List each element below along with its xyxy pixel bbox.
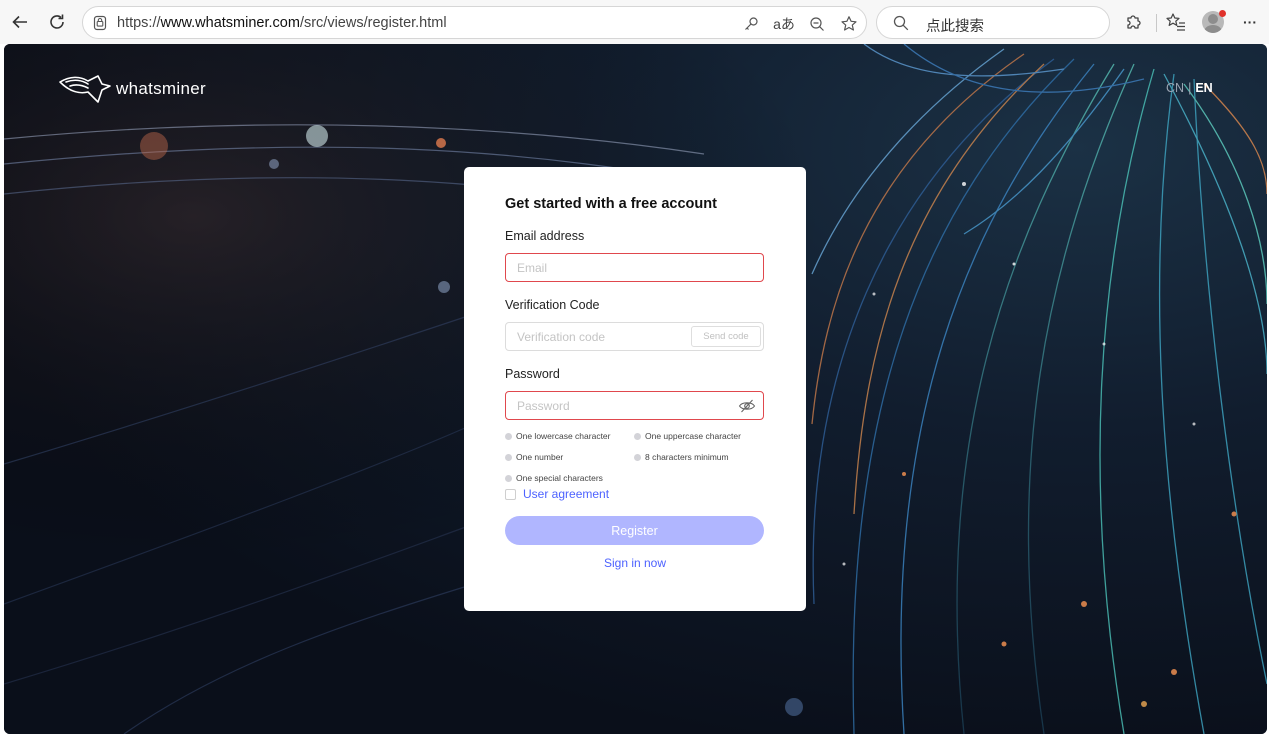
search-box[interactable]: 点此搜索: [876, 6, 1110, 39]
agreement-row: User agreement: [505, 487, 609, 501]
url-path: /src/views/register.html: [299, 15, 447, 31]
lang-cn-link[interactable]: CN: [1166, 81, 1184, 95]
rule-text: One number: [516, 452, 564, 462]
key-icon[interactable]: [740, 13, 762, 35]
password-rule-special: One special characters: [505, 473, 603, 483]
zoom-out-icon[interactable]: [806, 13, 828, 35]
lock-icon[interactable]: [92, 15, 108, 31]
password-field[interactable]: Password: [505, 391, 764, 420]
password-rule-uppercase: One uppercase character: [634, 431, 741, 441]
password-label: Password: [505, 367, 560, 381]
email-label: Email address: [505, 229, 585, 243]
verification-code-label: Verification Code: [505, 298, 600, 312]
more-icon[interactable]: ···: [1238, 10, 1262, 34]
password-rule-number: One number: [505, 452, 563, 462]
lang-separator: |: [1188, 81, 1192, 95]
whatsminer-logo-icon: [59, 75, 111, 103]
language-switcher: CN | EN: [1166, 81, 1213, 95]
rule-text: One lowercase character: [516, 431, 611, 441]
search-icon: [893, 15, 909, 31]
verification-code-placeholder: Verification code: [517, 330, 606, 344]
refresh-icon[interactable]: [43, 8, 71, 36]
notification-dot: [1219, 10, 1226, 17]
rule-status-dot: [505, 453, 512, 461]
register-button[interactable]: Register: [505, 516, 764, 545]
password-rule-lowercase: One lowercase character: [505, 431, 611, 441]
email-placeholder: Email: [517, 261, 548, 275]
read-aloud-icon[interactable]: aあ: [771, 13, 797, 35]
back-arrow-icon[interactable]: [6, 8, 34, 36]
lang-en-link[interactable]: EN: [1195, 81, 1212, 95]
rule-status-dot: [634, 432, 641, 440]
rule-text: One uppercase character: [645, 431, 741, 441]
password-placeholder: Password: [517, 399, 570, 413]
favorites-icon[interactable]: [1164, 10, 1188, 34]
register-card: Get started with a free account Email ad…: [464, 167, 806, 611]
url-text[interactable]: https://www.whatsminer.com/src/views/reg…: [117, 15, 447, 31]
sign-in-link[interactable]: Sign in now: [464, 556, 806, 570]
search-placeholder: 点此搜索: [926, 19, 984, 35]
address-bar[interactable]: https://www.whatsminer.com/src/views/reg…: [82, 6, 867, 39]
email-field[interactable]: Email: [505, 253, 764, 282]
extensions-icon[interactable]: [1122, 10, 1146, 34]
rule-status-dot: [505, 474, 512, 482]
brand-name: whatsminer: [116, 79, 206, 98]
read-aloud-glyph: aあ: [773, 16, 795, 32]
rule-text: 8 characters minimum: [645, 452, 729, 462]
browser-toolbar: https://www.whatsminer.com/src/views/reg…: [0, 0, 1269, 44]
form-title: Get started with a free account: [505, 196, 717, 212]
user-agreement-link[interactable]: User agreement: [523, 487, 609, 501]
toolbar-divider: [1156, 14, 1157, 32]
verification-code-field[interactable]: Verification code Send code: [505, 322, 764, 351]
star-icon[interactable]: [838, 13, 860, 35]
page-viewport: whatsminer CN | EN Get started with a free…: [4, 44, 1267, 734]
eye-off-icon[interactable]: [738, 398, 756, 414]
agreement-checkbox[interactable]: [505, 488, 516, 500]
rule-status-dot: [634, 453, 641, 461]
password-rule-length: 8 characters minimum: [634, 452, 729, 462]
rule-text: One special characters: [516, 473, 603, 483]
brand[interactable]: whatsminer: [58, 72, 206, 106]
url-prefix: https://: [117, 15, 161, 31]
rule-status-dot: [505, 432, 512, 440]
more-glyph: ···: [1243, 14, 1257, 30]
url-host: www.whatsminer.com: [160, 15, 300, 31]
send-code-button[interactable]: Send code: [691, 326, 761, 347]
